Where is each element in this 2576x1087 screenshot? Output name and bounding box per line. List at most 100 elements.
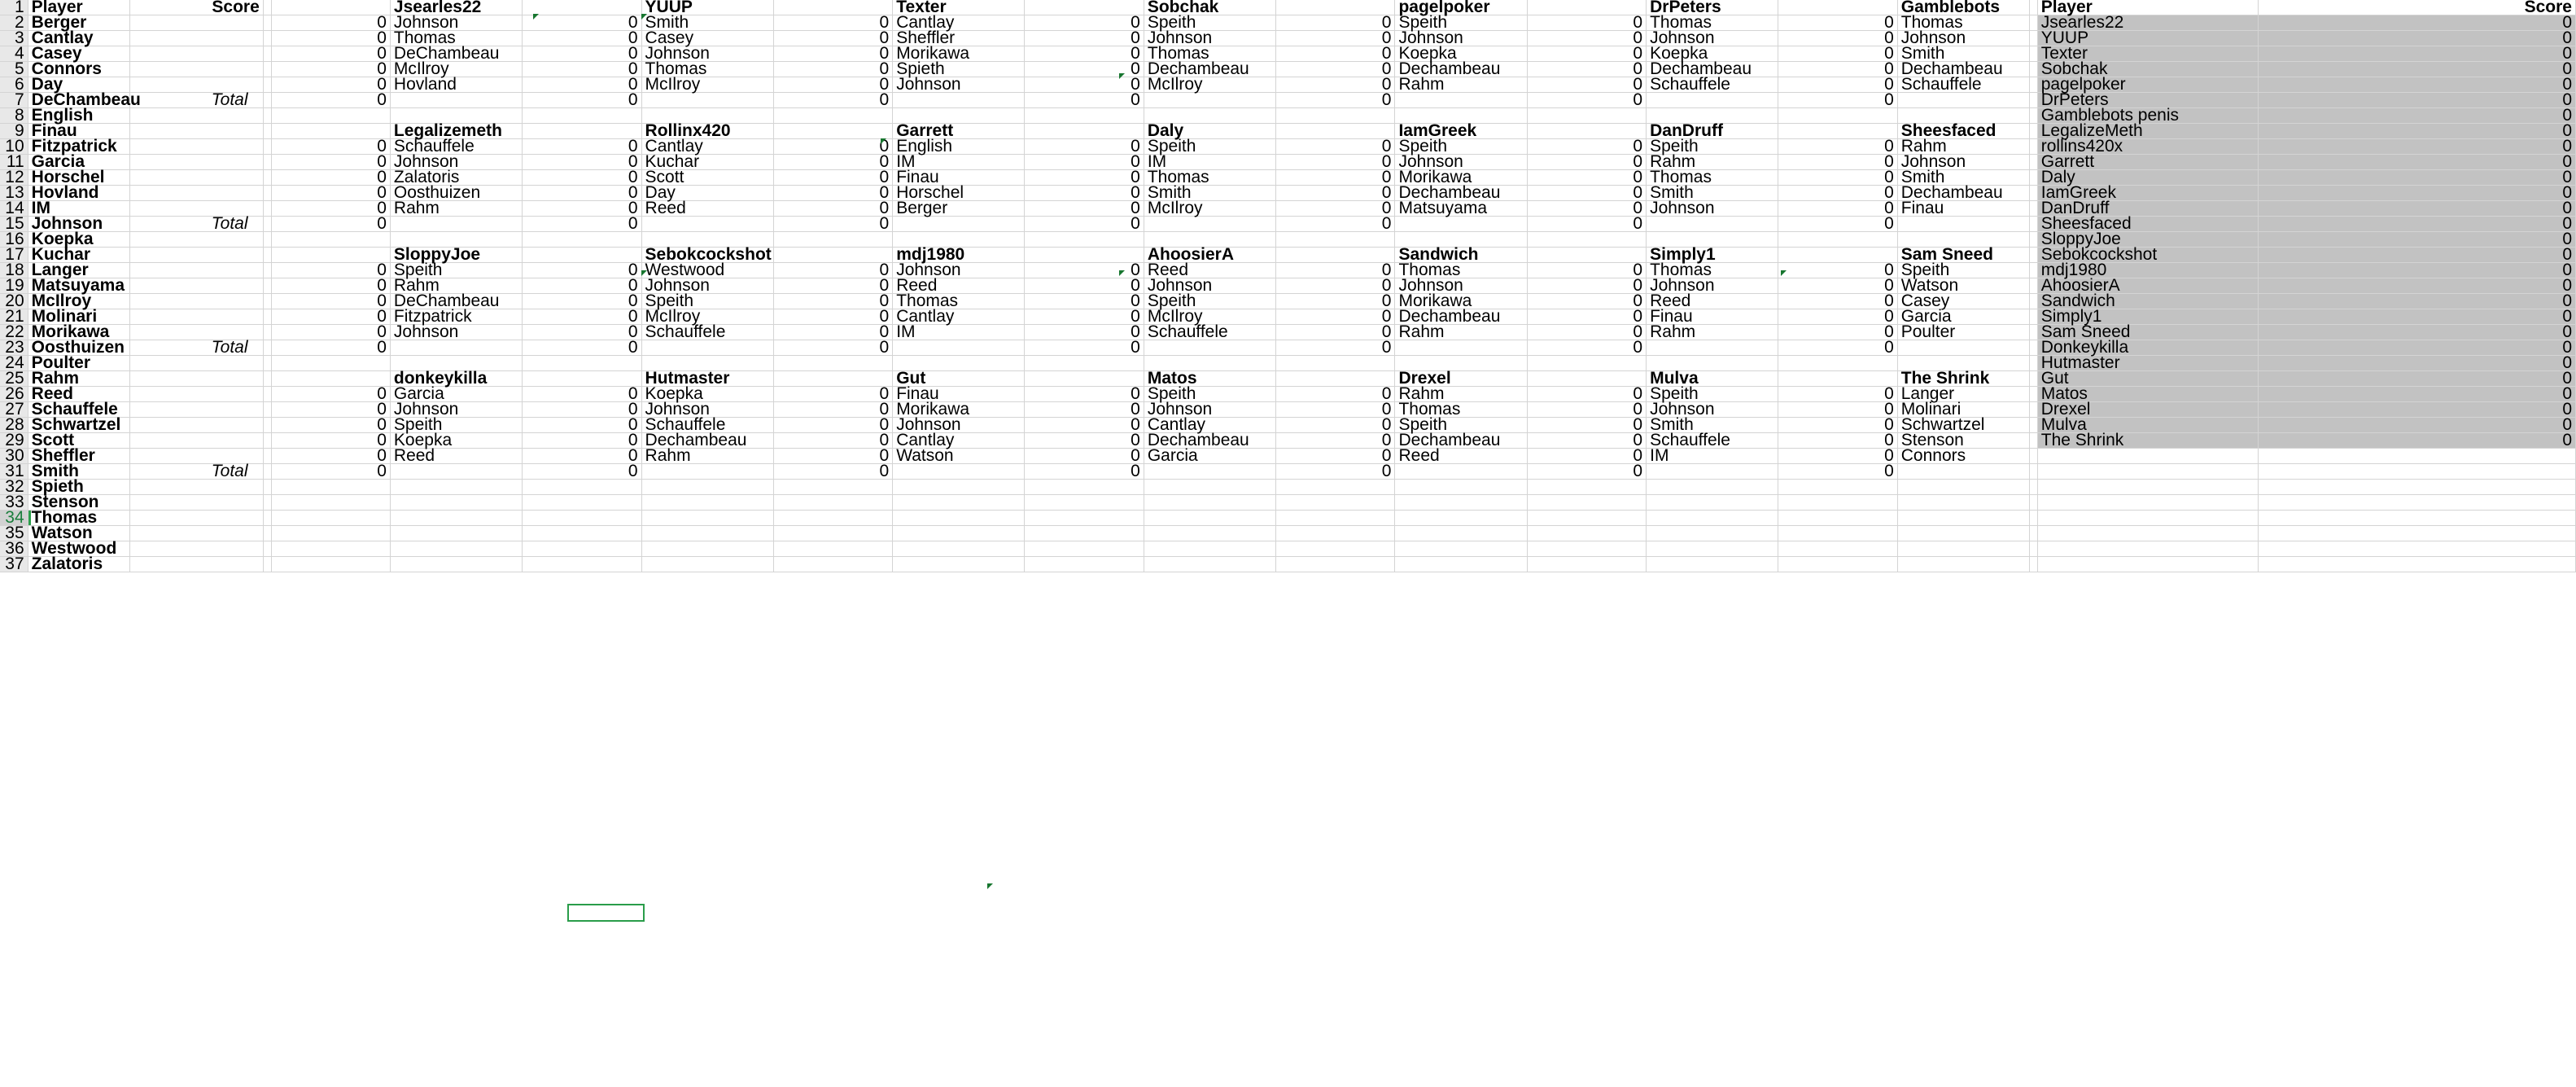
team-score-cell[interactable]: 0 bbox=[773, 385, 894, 402]
team-pick-cell[interactable]: Finau bbox=[1897, 199, 2031, 217]
sheet-row[interactable]: 7 DeChambeau Total 0 0 0 0 0 0 0 DrPeters 0 bbox=[0, 91, 2576, 108]
team-pick-cell[interactable] bbox=[1144, 525, 1277, 541]
team-score-cell[interactable]: 0 bbox=[1778, 261, 1898, 278]
sheet-row[interactable]: 35 Watson bbox=[0, 524, 2576, 541]
team-score-cell[interactable] bbox=[1527, 355, 1647, 371]
right-player-cell[interactable] bbox=[2037, 541, 2259, 557]
team-score-cell[interactable]: 0 bbox=[773, 199, 894, 217]
team-score-cell[interactable]: 0 bbox=[773, 45, 894, 62]
team-score-cell[interactable]: 0 bbox=[1024, 29, 1144, 46]
team-pick-cell[interactable]: Johnson bbox=[1646, 199, 1779, 217]
team-score-cell[interactable]: 0 bbox=[522, 385, 642, 402]
team-score-cell[interactable]: 0 bbox=[1778, 323, 1898, 340]
team-pick-cell[interactable] bbox=[1394, 525, 1528, 541]
team-score-cell[interactable] bbox=[1527, 123, 1647, 139]
team-pick-cell[interactable] bbox=[1646, 340, 1779, 356]
team-score-cell[interactable]: 0 bbox=[271, 184, 391, 201]
right-score-cell[interactable] bbox=[2258, 463, 2576, 480]
team-score-cell[interactable] bbox=[1778, 123, 1898, 139]
team-pick-cell[interactable] bbox=[1897, 92, 2031, 108]
left-score-cell[interactable] bbox=[129, 123, 264, 139]
team-pick-cell[interactable] bbox=[1144, 340, 1277, 356]
team-score-cell[interactable]: 0 bbox=[1275, 447, 1396, 464]
sheet-row[interactable]: 8 English Gamblebots penis 0 bbox=[0, 107, 2576, 124]
right-score-cell[interactable]: 0 bbox=[2258, 215, 2576, 232]
team-score-cell[interactable]: 0 bbox=[1527, 153, 1647, 170]
team-score-cell[interactable]: 0 bbox=[271, 76, 391, 93]
team-score-cell[interactable]: 0 bbox=[1778, 14, 1898, 31]
sheet-row[interactable]: 32 Spieth bbox=[0, 478, 2576, 495]
team-total-cell[interactable]: 0 bbox=[1275, 91, 1396, 108]
team-pick-cell[interactable] bbox=[390, 556, 523, 572]
team-total-cell[interactable]: 0 bbox=[1527, 462, 1647, 480]
team-pick-cell[interactable] bbox=[641, 525, 774, 541]
team-score-cell[interactable] bbox=[1024, 0, 1144, 15]
team-pick-cell[interactable]: Reed bbox=[1394, 447, 1528, 464]
team-pick-cell[interactable] bbox=[641, 479, 774, 495]
team-score-cell[interactable]: 0 bbox=[1778, 76, 1898, 93]
team-score-cell[interactable]: 0 bbox=[773, 432, 894, 449]
team-score-cell[interactable] bbox=[773, 247, 894, 263]
team-score-cell[interactable] bbox=[271, 494, 391, 511]
team-pick-cell[interactable]: Connors bbox=[1897, 447, 2031, 464]
team-score-cell[interactable]: 0 bbox=[1024, 292, 1144, 309]
team-score-cell[interactable]: 0 bbox=[271, 60, 391, 77]
team-score-cell[interactable]: 0 bbox=[1275, 169, 1396, 186]
team-pick-cell[interactable] bbox=[1394, 541, 1528, 557]
team-score-cell[interactable]: 0 bbox=[773, 292, 894, 309]
sheet-row[interactable]: 23 Oosthuizen Total 0 0 0 0 0 0 0 Donkeykilla 0 bbox=[0, 339, 2576, 356]
team-score-cell[interactable]: 0 bbox=[1024, 60, 1144, 77]
team-pick-cell[interactable]: McIlroy bbox=[1144, 199, 1277, 217]
right-score-cell[interactable]: 0 bbox=[2258, 60, 2576, 77]
right-score-cell[interactable] bbox=[2258, 448, 2576, 464]
team-pick-cell[interactable] bbox=[641, 510, 774, 526]
team-pick-cell[interactable] bbox=[1144, 479, 1277, 495]
team-total-cell[interactable]: 0 bbox=[1778, 215, 1898, 232]
team-score-cell[interactable]: 0 bbox=[1778, 385, 1898, 402]
team-total-cell[interactable]: 0 bbox=[773, 91, 894, 108]
team-pick-cell[interactable]: Rahm bbox=[390, 199, 523, 217]
left-score-cell[interactable] bbox=[129, 262, 264, 278]
team-score-cell[interactable] bbox=[1527, 556, 1647, 572]
team-pick-cell[interactable] bbox=[1394, 494, 1528, 511]
team-score-cell[interactable]: 0 bbox=[773, 323, 894, 340]
team-score-cell[interactable]: 0 bbox=[1275, 277, 1396, 294]
team-score-cell[interactable] bbox=[1778, 510, 1898, 526]
left-score-cell[interactable] bbox=[129, 386, 264, 402]
team-pick-cell[interactable] bbox=[1144, 556, 1277, 572]
team-score-cell[interactable]: 0 bbox=[1778, 45, 1898, 62]
left-score-cell[interactable] bbox=[129, 15, 264, 31]
team-pick-cell[interactable] bbox=[1646, 525, 1779, 541]
team-score-cell[interactable]: 0 bbox=[773, 76, 894, 93]
team-score-cell[interactable] bbox=[1778, 525, 1898, 541]
team-score-cell[interactable] bbox=[1275, 479, 1396, 495]
team-score-cell[interactable] bbox=[1024, 479, 1144, 495]
team-score-cell[interactable]: 0 bbox=[1024, 277, 1144, 294]
team-score-cell[interactable] bbox=[1024, 556, 1144, 572]
team-score-cell[interactable] bbox=[1275, 107, 1396, 124]
right-player-cell[interactable] bbox=[2037, 494, 2259, 511]
team-pick-cell[interactable]: Schauffele bbox=[1144, 323, 1277, 340]
team-pick-cell[interactable] bbox=[892, 216, 1026, 232]
team-pick-cell[interactable] bbox=[892, 525, 1026, 541]
right-player-cell[interactable] bbox=[2037, 556, 2259, 572]
sheet-row[interactable]: 37 Zalatoris bbox=[0, 555, 2576, 572]
team-pick-cell[interactable] bbox=[892, 494, 1026, 511]
team-pick-cell[interactable] bbox=[390, 92, 523, 108]
team-score-cell[interactable]: 0 bbox=[1527, 29, 1647, 46]
team-pick-cell[interactable]: McIlroy bbox=[641, 76, 774, 93]
team-score-cell[interactable]: 0 bbox=[1275, 153, 1396, 170]
team-score-cell[interactable] bbox=[1527, 479, 1647, 495]
team-pick-cell[interactable] bbox=[1394, 479, 1528, 495]
team-score-cell[interactable]: 0 bbox=[1275, 76, 1396, 93]
team-pick-cell[interactable] bbox=[1897, 463, 2031, 480]
right-score-cell[interactable]: 0 bbox=[2258, 432, 2576, 449]
team-score-cell[interactable]: 0 bbox=[522, 292, 642, 309]
team-pick-cell[interactable]: Rahm bbox=[641, 447, 774, 464]
team-score-cell[interactable] bbox=[271, 510, 391, 526]
team-pick-cell[interactable] bbox=[1897, 494, 2031, 511]
team-total-cell[interactable]: 0 bbox=[773, 462, 894, 480]
team-score-cell[interactable]: 0 bbox=[522, 401, 642, 418]
team-score-cell[interactable] bbox=[1275, 0, 1396, 15]
team-total-cell[interactable]: 0 bbox=[522, 215, 642, 232]
